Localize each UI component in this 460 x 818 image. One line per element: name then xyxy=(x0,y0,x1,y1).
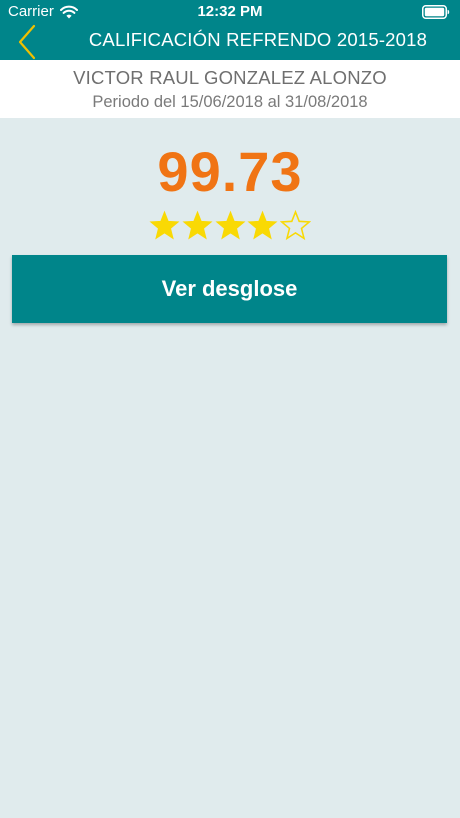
employee-name: VICTOR RAUL GONZALEZ ALONZO xyxy=(73,67,387,88)
top-bar: Carrier 12:32 PM CALIFICACIÓN REFRENDO 2… xyxy=(0,0,460,60)
nav-bar: CALIFICACIÓN REFRENDO 2015-2018 xyxy=(0,22,460,60)
score-value: 99.73 xyxy=(157,140,303,203)
battery-icon xyxy=(422,5,450,19)
employee-header: VICTOR RAUL GONZALEZ ALONZO Periodo del … xyxy=(0,60,460,118)
status-time: 12:32 PM xyxy=(197,3,263,20)
back-button[interactable] xyxy=(10,22,46,60)
star-filled-icon xyxy=(149,210,180,240)
star-filled-icon xyxy=(247,210,278,240)
page-title: CALIFICACIÓN REFRENDO 2015-2018 xyxy=(88,29,428,50)
star-empty-icon xyxy=(280,210,311,241)
period-label: Periodo del 15/06/2018 al 31/08/2018 xyxy=(92,93,368,111)
star-rating xyxy=(149,210,311,244)
chevron-left-icon xyxy=(18,24,36,60)
status-bar: Carrier 12:32 PM xyxy=(0,0,460,24)
ver-desglose-button[interactable]: Ver desglose xyxy=(12,255,447,323)
star-filled-icon xyxy=(214,210,246,240)
star-filled-icon xyxy=(182,210,213,240)
